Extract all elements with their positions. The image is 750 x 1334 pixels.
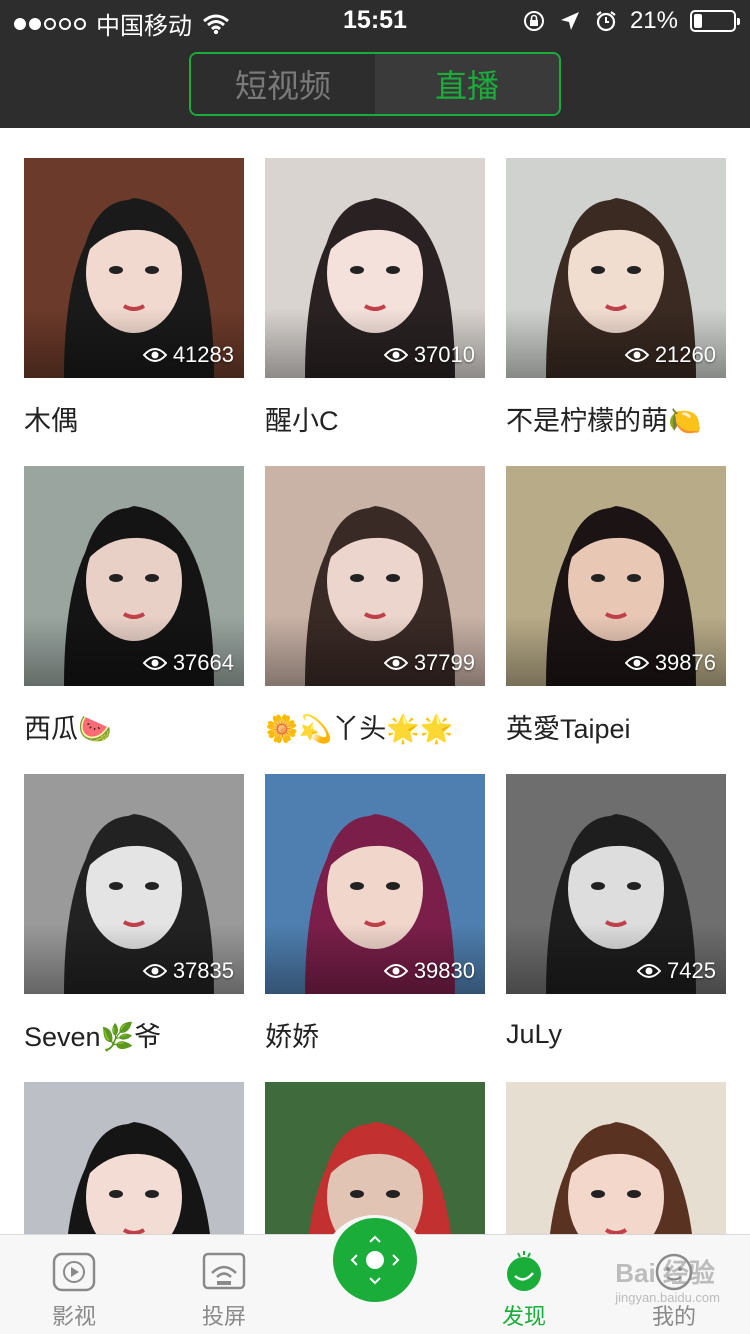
view-count: 41283 — [142, 342, 234, 368]
eye-icon — [637, 964, 662, 978]
stream-thumbnail[interactable] — [506, 1082, 726, 1234]
view-count: 39876 — [624, 650, 716, 676]
stream-card[interactable]: 37835 Seven🌿爷 — [24, 774, 244, 1052]
tab-cast-screen[interactable]: 投屏 — [174, 1251, 274, 1331]
stream-thumbnail[interactable]: 37835 — [24, 774, 244, 994]
stream-card[interactable]: 37010 醒小C — [265, 158, 485, 436]
view-count: 39830 — [383, 958, 475, 984]
view-count-value: 37664 — [172, 650, 234, 675]
stream-card[interactable]: 39830 娇娇 — [265, 774, 485, 1052]
view-count: 37010 — [383, 342, 475, 368]
video-icon — [52, 1252, 96, 1292]
stream-thumbnail[interactable]: 7425 — [506, 774, 726, 994]
stream-thumbnail[interactable]: 37664 — [24, 466, 244, 686]
cast-screen-icon — [202, 1252, 246, 1290]
streamer-name: 西瓜🍉 — [24, 713, 112, 744]
stream-card[interactable] — [506, 1082, 726, 1234]
eye-icon — [383, 656, 408, 670]
discover-icon — [507, 1251, 541, 1291]
eye-icon — [383, 964, 408, 978]
view-count-value: 39830 — [413, 958, 475, 983]
view-count-value: 37799 — [413, 650, 475, 675]
streamer-name: JuLy — [506, 1018, 563, 1049]
streamer-name: 醒小C — [265, 405, 339, 436]
stream-card[interactable]: 7425 JuLy — [506, 774, 726, 1052]
view-count: 37835 — [142, 958, 234, 984]
lock-rotation-icon — [523, 11, 544, 31]
stream-card[interactable]: 37664 西瓜🍉 — [24, 466, 244, 744]
stream-card[interactable] — [24, 1082, 244, 1234]
stream-cover-image — [265, 1082, 485, 1234]
view-count: 21260 — [624, 342, 716, 368]
view-count-value: 39876 — [654, 650, 716, 675]
stream-cover-image — [506, 1082, 726, 1234]
content-type-switch: 短视频 直播 — [189, 52, 561, 116]
stream-cover-image — [24, 1082, 244, 1234]
bottom-tab-bar: 影视 投屏 发现 我的 Bai 经验 jingyan.baidu.com — [0, 1215, 750, 1334]
eye-icon — [142, 348, 167, 362]
header: 中国移动 15:51 21% 短视频 直播 — [0, 0, 750, 128]
streamer-name: 娇娇 — [265, 1021, 319, 1052]
streamer-name: 木偶 — [24, 405, 78, 436]
eye-icon — [383, 348, 408, 362]
streamer-name: 不是柠檬的萌🍋 — [506, 405, 702, 436]
battery-icon — [690, 10, 740, 32]
eye-icon — [142, 656, 167, 670]
tab-discover-label: 发现 — [501, 1304, 546, 1329]
stream-card[interactable]: 41283 木偶 — [24, 158, 244, 436]
eye-icon — [624, 348, 649, 362]
streamer-name: 🌼💫丫头🌟🌟 — [265, 713, 454, 744]
stream-card[interactable]: 37799 🌼💫丫头🌟🌟 — [265, 466, 485, 744]
view-count: 7425 — [637, 958, 716, 984]
view-count-value: 37835 — [172, 958, 234, 983]
remote-control-button[interactable] — [333, 1218, 417, 1302]
tab-cast-screen-label: 投屏 — [201, 1304, 246, 1329]
view-count: 37664 — [142, 650, 234, 676]
remote-dpad-icon — [350, 1235, 400, 1285]
tab-profile-label: 我的 — [651, 1304, 696, 1329]
stream-thumbnail[interactable]: 37799 — [265, 466, 485, 686]
stream-card[interactable] — [265, 1082, 485, 1234]
tab-video-label: 影视 — [51, 1304, 96, 1329]
stream-thumbnail[interactable]: 39830 — [265, 774, 485, 994]
view-count-value: 41283 — [172, 342, 234, 367]
eye-icon — [624, 656, 649, 670]
tab-live[interactable]: 直播 — [375, 54, 559, 114]
view-count-value: 21260 — [654, 342, 716, 367]
location-arrow-icon — [560, 12, 579, 30]
stream-thumbnail[interactable]: 37010 — [265, 158, 485, 378]
stream-thumbnail[interactable] — [265, 1082, 485, 1234]
tab-discover[interactable]: 发现 — [474, 1251, 574, 1331]
view-count: 37799 — [383, 650, 475, 676]
eye-icon — [142, 964, 167, 978]
stream-thumbnail[interactable]: 21260 — [506, 158, 726, 378]
view-count-value: 37010 — [413, 342, 475, 367]
status-bar: 中国移动 15:51 21% — [0, 0, 750, 42]
stream-card[interactable]: 21260 不是柠檬的萌🍋 — [506, 158, 726, 436]
stream-thumbnail[interactable]: 41283 — [24, 158, 244, 378]
watermark: Bai 经验 jingyan.baidu.com — [615, 1258, 720, 1305]
tab-short-video[interactable]: 短视频 — [191, 54, 375, 114]
live-stream-grid: 41283 木偶 37010 醒小C 21260 不是柠檬的萌🍋 37664 西瓜🍉 37799… — [0, 128, 750, 1234]
battery-percent: 21% — [629, 7, 678, 34]
stream-thumbnail[interactable] — [24, 1082, 244, 1234]
stream-card[interactable]: 39876 英愛Taipei — [506, 466, 726, 744]
streamer-name: 英愛Taipei — [506, 713, 631, 744]
view-count-value: 7425 — [667, 958, 716, 983]
stream-thumbnail[interactable]: 39876 — [506, 466, 726, 686]
alarm-icon — [596, 11, 616, 32]
tab-video[interactable]: 影视 — [24, 1251, 124, 1331]
streamer-name: Seven🌿爷 — [24, 1021, 162, 1052]
